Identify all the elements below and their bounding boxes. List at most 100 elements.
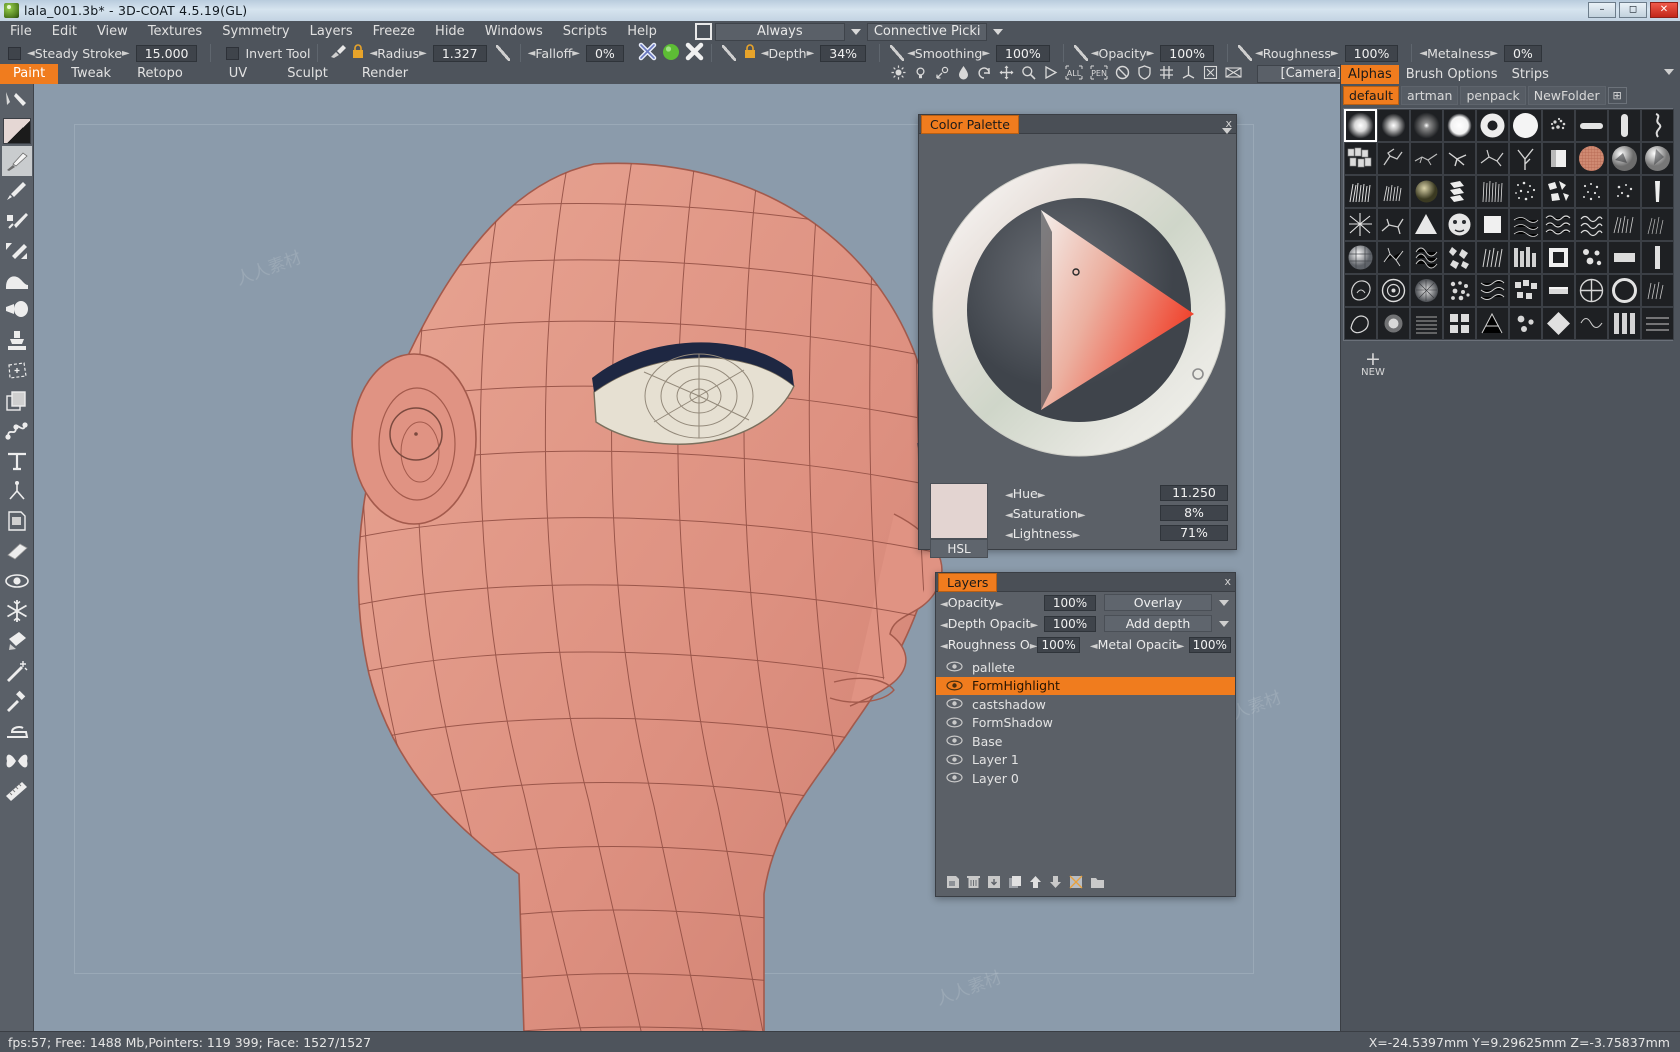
falloff-right-arrow[interactable]: ►: [572, 48, 580, 59]
blend-brush-icon[interactable]: [2, 236, 32, 266]
tab-alphas[interactable]: Alphas: [1341, 65, 1399, 84]
tab-sculpt[interactable]: Sculpt: [274, 64, 341, 84]
alpha-cell[interactable]: [1410, 274, 1443, 307]
tab-strips[interactable]: Strips: [1505, 65, 1556, 84]
eye-icon[interactable]: [946, 698, 963, 710]
alpha-cell[interactable]: [1443, 175, 1476, 208]
alpha-cell[interactable]: [1509, 142, 1542, 175]
tab-retopo[interactable]: Retopo: [124, 64, 196, 84]
alpha-cell[interactable]: [1476, 307, 1509, 340]
duplicate-layer-icon[interactable]: [1008, 875, 1022, 893]
eraser-icon[interactable]: [2, 536, 32, 566]
alpha-cell[interactable]: [1377, 142, 1410, 175]
alpha-cell[interactable]: [1410, 142, 1443, 175]
alphas-grid[interactable]: [1343, 108, 1674, 341]
steady-stroke-value[interactable]: 15.000: [135, 44, 198, 62]
layer-opacity-value[interactable]: 100%: [1044, 594, 1096, 611]
alpha-cell[interactable]: [1641, 142, 1674, 175]
dock-menu-chevron-down-icon[interactable]: [1664, 69, 1674, 75]
depth-mode-combo[interactable]: Add depth: [1104, 615, 1212, 632]
saturation-left-arrow[interactable]: ◄: [1005, 510, 1013, 521]
layer-roughness-right-arrow[interactable]: ►: [1030, 641, 1038, 652]
eye-icon[interactable]: [946, 754, 963, 766]
hue-left-arrow[interactable]: ◄: [1005, 490, 1013, 501]
move-down-icon[interactable]: [1049, 875, 1062, 893]
tab-uv[interactable]: UV: [216, 64, 260, 84]
saturation-value[interactable]: 8%: [1160, 505, 1228, 521]
alpha-cell[interactable]: [1443, 109, 1476, 142]
menu-scripts[interactable]: Scripts: [553, 21, 617, 42]
menu-help[interactable]: Help: [617, 21, 667, 42]
picker-combo[interactable]: Connective Picki: [866, 22, 988, 41]
roughness-right-arrow[interactable]: ►: [1331, 48, 1339, 59]
alpha-cell[interactable]: [1344, 274, 1377, 307]
play-icon[interactable]: [1043, 65, 1058, 84]
layers-header[interactable]: Layers x: [936, 572, 1235, 592]
color-wheel-area[interactable]: [919, 134, 1236, 490]
color-palette-panel[interactable]: Color Palette x HSL ◄Hue► 11.250 ◄Satura…: [918, 114, 1237, 558]
roughness-value[interactable]: 100%: [1344, 44, 1399, 62]
eye-icon[interactable]: [946, 717, 963, 729]
pen-icon[interactable]: PEN: [1090, 65, 1108, 84]
falloff-value[interactable]: 0%: [585, 44, 624, 62]
add-folder-icon[interactable]: ⊞: [1607, 86, 1627, 104]
invert-tool-checkbox[interactable]: [226, 46, 240, 60]
x-blue-icon[interactable]: [638, 42, 657, 64]
steady-stroke-checkbox[interactable]: [8, 46, 21, 60]
lasso-icon[interactable]: [2, 356, 32, 386]
no-icon[interactable]: [1115, 65, 1130, 84]
smudge-icon[interactable]: [2, 206, 32, 236]
roughness-curve-icon[interactable]: [1238, 45, 1253, 61]
alpha-cell[interactable]: [1641, 208, 1674, 241]
undo-icon[interactable]: [977, 65, 992, 84]
menu-symmetry[interactable]: Symmetry: [212, 21, 299, 42]
grid-icon[interactable]: [1159, 65, 1174, 84]
alpha-cell[interactable]: [1410, 109, 1443, 142]
alpha-cell[interactable]: [1608, 274, 1641, 307]
alpha-cell[interactable]: [1575, 274, 1608, 307]
brush-small-icon[interactable]: [329, 44, 347, 63]
alpha-cell[interactable]: [1509, 241, 1542, 274]
eye-icon[interactable]: [946, 772, 963, 784]
alpha-cell[interactable]: [1344, 109, 1377, 142]
layer-row-layer0[interactable]: Layer 0: [936, 769, 1235, 788]
alpha-cell[interactable]: [1443, 241, 1476, 274]
alpha-cell[interactable]: [1575, 142, 1608, 175]
alpha-cell[interactable]: [1509, 208, 1542, 241]
eye-icon[interactable]: [946, 680, 963, 692]
fullscreen-icon[interactable]: [1203, 65, 1218, 84]
paint-brush-icon[interactable]: [1, 146, 32, 176]
falloff-left-arrow[interactable]: ◄: [528, 48, 536, 59]
alpha-cell[interactable]: [1575, 109, 1608, 142]
tab-paint[interactable]: Paint: [0, 64, 59, 84]
radius-right-arrow[interactable]: ►: [419, 48, 427, 59]
color-swatch-icon[interactable]: [2, 118, 31, 144]
metalness-left-arrow[interactable]: ◄: [1419, 48, 1427, 59]
alpha-cell[interactable]: [1476, 274, 1509, 307]
layer-roughness-left-arrow[interactable]: ◄: [940, 641, 948, 652]
smoothing-right-arrow[interactable]: ►: [982, 48, 990, 59]
alpha-cell[interactable]: [1608, 109, 1641, 142]
layer-row-pallete[interactable]: pallete: [936, 658, 1235, 677]
opacity-right-arrow-2[interactable]: ►: [996, 599, 1004, 610]
eyedropper-icon[interactable]: [2, 686, 32, 716]
new-alpha-button[interactable]: + NEW: [1353, 350, 1393, 379]
eye-icon[interactable]: [2, 566, 32, 596]
alpha-cell[interactable]: [1641, 241, 1674, 274]
ruler-icon[interactable]: [2, 776, 32, 806]
folder-artman[interactable]: artman: [1400, 85, 1459, 105]
depth-opacity-left-arrow[interactable]: ◄: [940, 620, 948, 631]
alpha-cell[interactable]: [1344, 307, 1377, 340]
alpha-cell[interactable]: [1542, 274, 1575, 307]
alpha-cell[interactable]: [1509, 109, 1542, 142]
butterfly-symmetry-icon[interactable]: [2, 746, 32, 776]
close-button[interactable]: ✕: [1650, 2, 1678, 18]
axis-icon[interactable]: [1181, 65, 1196, 84]
alpha-cell[interactable]: [1377, 175, 1410, 208]
falloff-curve-icon[interactable]: [495, 45, 510, 61]
alpha-cell[interactable]: [1410, 241, 1443, 274]
new-layer-icon[interactable]: [946, 875, 960, 893]
mask-icon[interactable]: [1069, 875, 1083, 893]
depth-right-arrow[interactable]: ►: [807, 48, 815, 59]
depth-value[interactable]: 34%: [820, 44, 867, 62]
